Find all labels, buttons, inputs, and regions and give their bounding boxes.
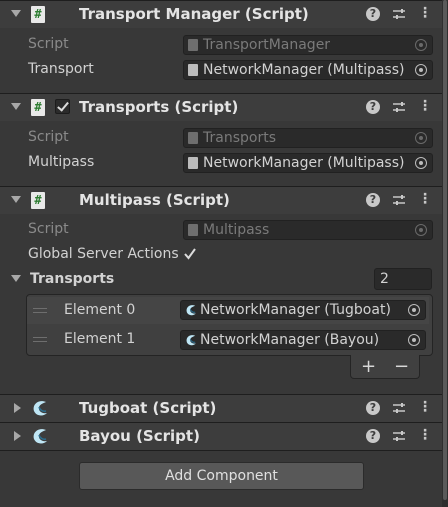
list-size-input[interactable]: 2 xyxy=(374,268,432,290)
fishnet-bird-icon xyxy=(186,335,196,346)
help-icon[interactable]: ? xyxy=(366,7,380,21)
scrollbar-thumb[interactable] xyxy=(443,0,447,500)
cs-script-icon: # xyxy=(31,99,45,116)
field-label-multipass: Multipass xyxy=(28,154,95,170)
scrollbar[interactable] xyxy=(442,0,448,507)
kebab-menu-icon[interactable]: ⋮ xyxy=(418,6,432,21)
help-icon[interactable]: ? xyxy=(366,193,380,207)
script-field: Multipass xyxy=(183,220,433,240)
cs-script-icon: # xyxy=(31,6,45,23)
list-footer: + − xyxy=(350,355,420,379)
chevron-down-icon[interactable] xyxy=(11,10,21,17)
component-enabled-checkbox[interactable] xyxy=(55,99,70,114)
object-picker-icon xyxy=(415,224,427,236)
chevron-right-icon[interactable] xyxy=(14,403,21,413)
element-1-object-field[interactable]: NetworkManager (Bayou) xyxy=(180,330,426,350)
gameobject-icon xyxy=(188,64,198,76)
global-server-actions-label: Global Server Actions xyxy=(28,246,179,262)
field-label-script: Script xyxy=(28,129,69,145)
fishnet-bird-icon xyxy=(33,401,47,416)
field-label-transport: Transport xyxy=(28,61,94,77)
component-title: Transports (Script) xyxy=(79,98,239,116)
gameobject-icon xyxy=(188,157,198,169)
cs-script-icon: # xyxy=(31,192,45,209)
remove-element-button[interactable]: − xyxy=(394,356,409,377)
component-header-bayou[interactable]: Bayou (Script) ? ⋮ xyxy=(0,422,442,450)
chevron-down-icon[interactable] xyxy=(11,275,21,282)
kebab-menu-icon[interactable]: ⋮ xyxy=(418,400,432,415)
object-picker-icon xyxy=(415,132,427,144)
field-label-script: Script xyxy=(28,221,69,237)
element-label: Element 1 xyxy=(64,331,136,347)
global-server-actions-checkbox[interactable] xyxy=(183,247,197,261)
script-file-icon xyxy=(188,132,198,144)
multipass-object-field[interactable]: NetworkManager (Multipass) xyxy=(183,153,433,173)
chevron-right-icon[interactable] xyxy=(14,431,21,441)
component-title: Bayou (Script) xyxy=(79,427,200,445)
add-component-button[interactable]: Add Component xyxy=(79,462,364,490)
kebab-menu-icon[interactable]: ⋮ xyxy=(418,99,432,114)
add-element-button[interactable]: + xyxy=(361,356,376,377)
object-picker-icon[interactable] xyxy=(415,157,427,169)
element-label: Element 0 xyxy=(64,302,136,318)
script-field: Transports xyxy=(183,128,433,148)
component-title: Multipass (Script) xyxy=(79,191,230,209)
transports-list-label[interactable]: Transports xyxy=(30,271,114,287)
chevron-down-icon[interactable] xyxy=(11,103,21,110)
script-file-icon xyxy=(188,39,198,51)
help-icon[interactable]: ? xyxy=(366,401,380,415)
help-icon[interactable]: ? xyxy=(366,429,380,443)
fishnet-bird-icon xyxy=(186,305,196,316)
chevron-down-icon[interactable] xyxy=(11,196,21,203)
component-header-multipass[interactable]: # Multipass (Script) ? ⋮ xyxy=(0,186,442,214)
preset-icon[interactable] xyxy=(392,100,406,114)
component-header-transport-manager[interactable]: # Transport Manager (Script) ? ⋮ xyxy=(0,0,442,28)
field-label-script: Script xyxy=(28,36,69,52)
preset-icon[interactable] xyxy=(392,401,406,415)
fishnet-bird-icon xyxy=(33,429,47,444)
element-0-object-field[interactable]: NetworkManager (Tugboat) xyxy=(180,300,426,320)
script-file-icon xyxy=(188,224,198,236)
kebab-menu-icon[interactable]: ⋮ xyxy=(418,192,432,207)
object-picker-icon[interactable] xyxy=(415,64,427,76)
help-icon[interactable]: ? xyxy=(366,100,380,114)
drag-handle-icon[interactable] xyxy=(33,337,47,342)
object-picker-icon xyxy=(415,39,427,51)
object-picker-icon[interactable] xyxy=(408,304,420,316)
component-header-transports[interactable]: # Transports (Script) ? ⋮ xyxy=(0,93,442,121)
preset-icon[interactable] xyxy=(392,193,406,207)
divider xyxy=(0,450,442,451)
component-header-tugboat[interactable]: Tugboat (Script) ? ⋮ xyxy=(0,394,442,422)
component-title: Transport Manager (Script) xyxy=(79,5,309,23)
preset-icon[interactable] xyxy=(392,7,406,21)
preset-icon[interactable] xyxy=(392,429,406,443)
kebab-menu-icon[interactable]: ⋮ xyxy=(418,428,432,443)
script-field: TransportManager xyxy=(183,35,433,55)
component-title: Tugboat (Script) xyxy=(79,399,217,417)
object-picker-icon[interactable] xyxy=(408,334,420,346)
drag-handle-icon[interactable] xyxy=(33,308,47,313)
transport-object-field[interactable]: NetworkManager (Multipass) xyxy=(183,60,433,80)
